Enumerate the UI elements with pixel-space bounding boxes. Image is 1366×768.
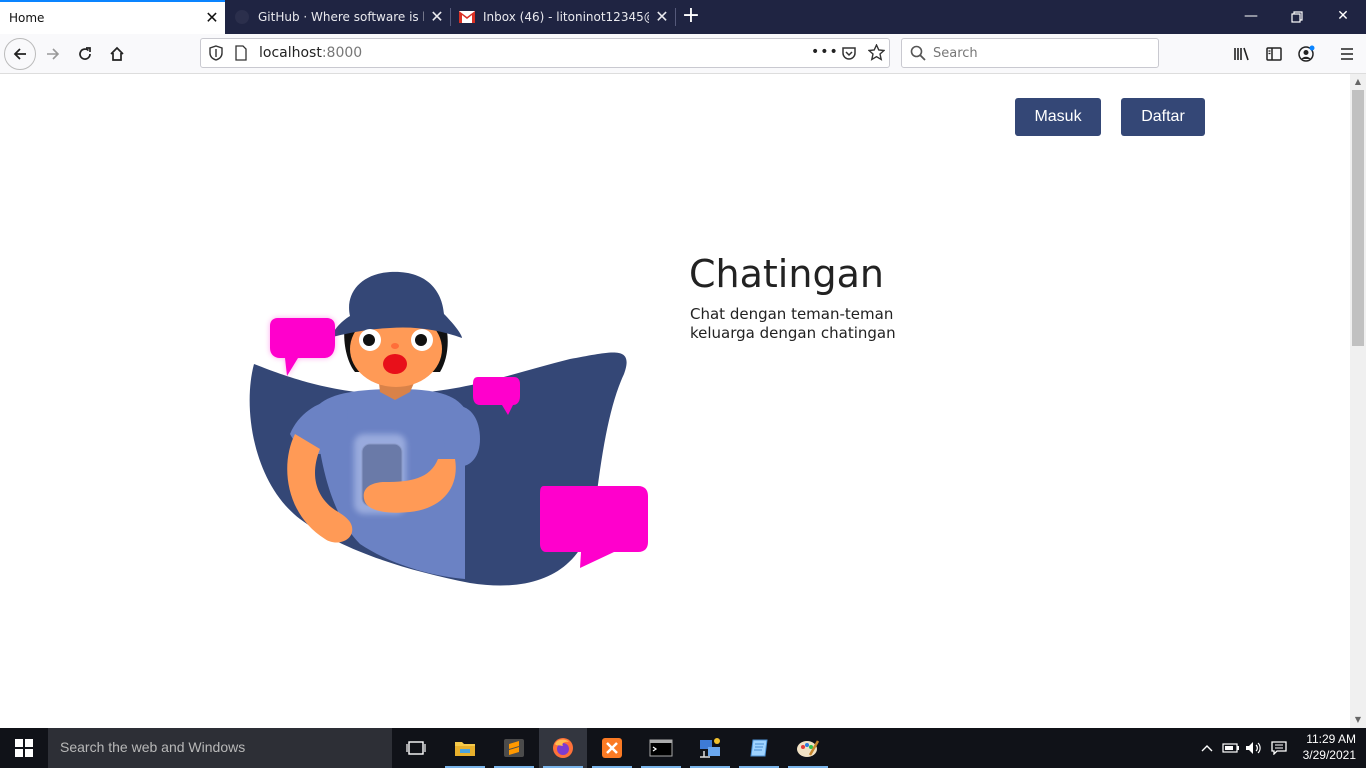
scroll-down-icon[interactable]: ▼ [1350, 712, 1366, 728]
pocket-icon[interactable] [841, 45, 857, 65]
clock-time: 11:29 AM [1306, 732, 1356, 746]
account-button[interactable] [1290, 38, 1322, 70]
cmd-icon[interactable] [637, 728, 685, 768]
firefox-icon[interactable] [539, 728, 587, 768]
task-view-icon[interactable] [392, 728, 440, 768]
speech-bubble-top [270, 318, 335, 376]
search-bar[interactable]: Search [901, 38, 1159, 68]
clock-date: 3/29/2021 [1302, 748, 1356, 762]
system-clock[interactable]: 11:29 AM 3/29/2021 [1294, 731, 1356, 763]
tab-title: GitHub · Where software is buil [258, 10, 424, 24]
url-bar[interactable]: localhost:8000 ••• [200, 38, 890, 68]
show-hidden-icons-chevron-icon[interactable] [1197, 738, 1217, 758]
paint-icon[interactable] [784, 728, 832, 768]
hamburger-menu-icon [1341, 48, 1353, 60]
scroll-up-icon[interactable]: ▲ [1350, 74, 1366, 90]
page-actions-icon[interactable]: ••• [811, 44, 839, 60]
browser-toolbar: localhost:8000 ••• Search [0, 34, 1366, 74]
vertical-scrollbar[interactable]: ▲ ▼ [1350, 74, 1366, 728]
page-icon [235, 45, 247, 65]
menu-button[interactable] [1331, 38, 1363, 70]
home-icon [110, 46, 124, 61]
new-tab-button[interactable]: + [678, 0, 704, 34]
tab-title: Home [9, 11, 45, 25]
reload-button[interactable] [69, 38, 101, 70]
hero-illustration [249, 271, 648, 586]
home-button[interactable] [101, 38, 133, 70]
close-window-button[interactable]: ✕ [1320, 0, 1366, 34]
pupil-left [363, 334, 375, 346]
browser-tab-strip: Home ✕ GitHub · Where software is buil ✕… [0, 0, 1366, 34]
url-port: :8000 [321, 45, 363, 61]
close-tab-icon[interactable]: ✕ [199, 1, 225, 35]
forward-button[interactable] [37, 38, 69, 70]
mouth [383, 354, 407, 374]
reload-icon [79, 47, 91, 60]
file-explorer-icon[interactable] [441, 728, 489, 768]
volume-icon[interactable] [1244, 738, 1264, 758]
taskbar-search-placeholder: Search the web and Windows [60, 739, 246, 755]
register-button[interactable]: Daftar [1121, 98, 1205, 136]
close-tab-icon[interactable]: ✕ [424, 0, 450, 34]
github-icon [234, 9, 250, 25]
tab-home[interactable]: Home ✕ [0, 0, 225, 34]
notifications-icon[interactable] [1269, 738, 1289, 758]
library-button[interactable] [1226, 38, 1258, 70]
pupil-right [415, 334, 427, 346]
windows-logo-icon [15, 739, 33, 757]
back-button[interactable] [4, 38, 36, 70]
network-icon[interactable] [686, 728, 734, 768]
battery-icon[interactable] [1221, 738, 1241, 758]
close-tab-icon[interactable]: ✕ [649, 0, 675, 34]
hero-subtitle: Chat dengan teman-teman keluarga dengan … [690, 305, 896, 342]
login-button[interactable]: Masuk [1015, 98, 1101, 136]
tab-gmail[interactable]: Inbox (46) - litoninot12345@gm ✕ [451, 0, 675, 34]
start-button[interactable] [0, 728, 48, 768]
minimize-button[interactable]: — [1228, 0, 1274, 34]
url-text[interactable]: localhost:8000 [259, 45, 362, 61]
library-icon [1234, 47, 1249, 61]
notepad-icon[interactable] [735, 728, 783, 768]
gmail-icon [459, 9, 475, 25]
page-viewport: Masuk Daftar Chatingan Chat dengan teman… [0, 74, 1350, 728]
xampp-icon[interactable] [588, 728, 636, 768]
tab-separator [675, 8, 676, 26]
search-icon [910, 45, 926, 65]
sidebar-button[interactable] [1258, 38, 1290, 70]
windows-taskbar: Search the web and Windows 11:29 AM 3/29… [0, 728, 1366, 768]
bookmark-star-icon[interactable] [867, 43, 886, 65]
tab-title: Inbox (46) - litoninot12345@gm [483, 10, 649, 24]
restore-button[interactable] [1274, 0, 1320, 34]
tab-github[interactable]: GitHub · Where software is buil ✕ [226, 0, 450, 34]
arrow-left-icon [13, 48, 26, 60]
scroll-thumb[interactable] [1352, 90, 1364, 346]
shield-icon[interactable] [209, 45, 223, 65]
taskbar-search-box[interactable]: Search the web and Windows [48, 728, 392, 768]
search-placeholder: Search [933, 46, 978, 61]
arrow-right-icon [47, 48, 60, 60]
hero-title: Chatingan [689, 252, 884, 296]
account-icon [1298, 45, 1315, 62]
sidebar-icon [1266, 47, 1282, 61]
url-host: localhost [259, 45, 322, 61]
sublime-text-icon[interactable] [490, 728, 538, 768]
nose [391, 343, 399, 349]
